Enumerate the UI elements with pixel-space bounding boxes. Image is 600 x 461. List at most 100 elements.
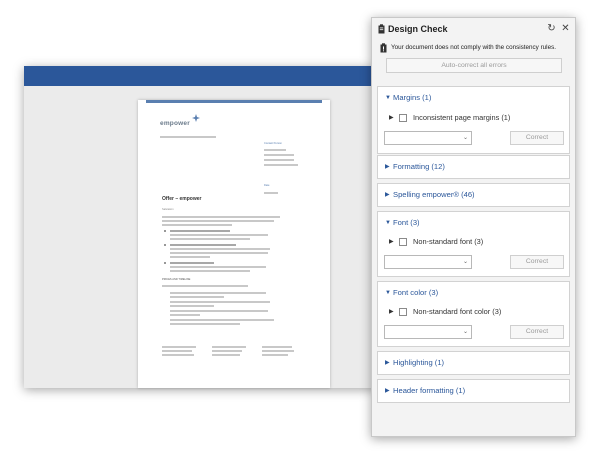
sender-line: [160, 136, 216, 138]
panel-header: Design Check ↻ ✕: [372, 18, 575, 40]
body-line: [170, 319, 274, 321]
body-line: [170, 230, 230, 232]
body-line: [170, 310, 268, 312]
bullet: [164, 230, 166, 232]
chevron-right-icon[interactable]: ▶: [389, 114, 394, 122]
refresh-icon[interactable]: ↻: [546, 23, 557, 34]
section-font: ▼ Font (3) ▶ Non-standard font (3) ⌄ Cor…: [377, 211, 570, 277]
document-header-bar: [146, 100, 322, 103]
correct-button[interactable]: Correct: [510, 131, 564, 145]
chevron-down-icon: ⌄: [462, 259, 468, 265]
close-icon[interactable]: ✕: [560, 23, 571, 34]
footer-line: [262, 354, 288, 356]
bullet: [164, 244, 166, 246]
section-heading: PRICES AND TIMELINE: [162, 278, 191, 281]
chevron-right-icon[interactable]: ▶: [385, 191, 390, 199]
date-label: Date: [264, 184, 270, 187]
document-title: Offer – empower: [162, 196, 202, 202]
chevron-down-icon[interactable]: ▼: [385, 94, 391, 102]
footer-line: [162, 354, 194, 356]
body-line: [162, 224, 232, 226]
bullet: [164, 262, 166, 264]
chevron-right-icon[interactable]: ▶: [385, 387, 390, 395]
correct-button[interactable]: Correct: [510, 255, 564, 269]
logo-sparkle-icon: [192, 114, 200, 122]
warning-message: Your document does not comply with the c…: [391, 44, 556, 51]
ribbon-bar: [24, 66, 376, 86]
body-line: [162, 216, 280, 218]
body-line: [170, 266, 266, 268]
footer-line: [212, 350, 242, 352]
contact-line: [264, 149, 286, 151]
item-checkbox[interactable]: [399, 238, 407, 246]
clipboard-icon: [378, 24, 385, 34]
warning-clipboard-icon: [380, 43, 387, 53]
item-label-font-color: Non-standard font color (3): [413, 307, 502, 316]
section-title-font-color[interactable]: Font color (3): [393, 288, 438, 297]
body-line: [170, 256, 210, 258]
chevron-right-icon[interactable]: ▶: [385, 359, 390, 367]
body-line: [170, 314, 200, 316]
section-title-highlighting[interactable]: Highlighting (1): [393, 358, 444, 367]
body-line: [170, 270, 250, 272]
chevron-down-icon[interactable]: ▼: [385, 219, 391, 227]
section-margins: ▼ Margins (1) ▶ Inconsistent page margin…: [377, 86, 570, 154]
font-fix-select[interactable]: ⌄: [384, 255, 472, 269]
section-formatting[interactable]: ▶ Formatting (12): [377, 155, 570, 179]
item-checkbox[interactable]: [399, 308, 407, 316]
body-line: [170, 301, 270, 303]
footer-line: [212, 346, 246, 348]
panel-title: Design Check: [388, 24, 448, 34]
correct-button[interactable]: Correct: [510, 325, 564, 339]
section-header-formatting[interactable]: ▶ Header formatting (1): [377, 379, 570, 403]
section-title-formatting[interactable]: Formatting (12): [393, 162, 445, 171]
chevron-right-icon[interactable]: ▶: [389, 238, 394, 246]
font-color-fix-select[interactable]: ⌄: [384, 325, 472, 339]
body-line: [170, 292, 266, 294]
section-title-font[interactable]: Font (3): [393, 218, 420, 227]
stage: empower Contact Person Date Offer – empo…: [0, 0, 600, 461]
footer-line: [212, 354, 240, 356]
footer-line: [162, 346, 196, 348]
chevron-right-icon[interactable]: ▶: [389, 308, 394, 316]
contact-line: [264, 164, 298, 166]
footer-line: [262, 346, 292, 348]
section-highlighting[interactable]: ▶ Highlighting (1): [377, 351, 570, 375]
item-label-margins: Inconsistent page margins (1): [413, 113, 511, 122]
item-label-font: Non-standard font (3): [413, 237, 484, 246]
chevron-right-icon[interactable]: ▶: [385, 163, 390, 171]
body-line: [162, 220, 274, 222]
body-line: [170, 252, 268, 254]
body-line: [170, 238, 250, 240]
body-line: [170, 248, 270, 250]
body-line: [170, 262, 214, 264]
footer-line: [162, 350, 192, 352]
section-font-color: ▼ Font color (3) ▶ Non-standard font col…: [377, 281, 570, 347]
section-title-header-formatting[interactable]: Header formatting (1): [393, 386, 465, 395]
chevron-down-icon[interactable]: ▼: [385, 289, 391, 297]
body-line: [162, 285, 248, 287]
document-logo: empower: [160, 120, 190, 127]
body-line: [170, 323, 240, 325]
section-title-margins[interactable]: Margins (1): [393, 93, 431, 102]
item-checkbox[interactable]: [399, 114, 407, 122]
footer-line: [262, 350, 294, 352]
chevron-down-icon: ⌄: [462, 135, 468, 141]
chevron-down-icon: ⌄: [462, 329, 468, 335]
body-line: [170, 234, 268, 236]
body-line: [170, 244, 236, 246]
contact-heading: Contact Person: [264, 142, 282, 145]
word-application-window: empower Contact Person Date Offer – empo…: [24, 66, 376, 388]
document-greeting: Salutation: [162, 208, 174, 211]
date-value-line: [264, 192, 278, 194]
document-page[interactable]: empower Contact Person Date Offer – empo…: [138, 100, 330, 388]
margins-fix-select[interactable]: ⌄: [384, 131, 472, 145]
design-check-panel: Design Check ↻ ✕ Your document does not …: [371, 17, 576, 437]
contact-line: [264, 159, 294, 161]
body-line: [170, 305, 214, 307]
section-spelling[interactable]: ▶ Spelling empower® (46): [377, 183, 570, 207]
autocorrect-all-button[interactable]: Auto-correct all errors: [386, 58, 562, 73]
contact-line: [264, 154, 294, 156]
body-line: [170, 296, 224, 298]
section-title-spelling[interactable]: Spelling empower® (46): [393, 190, 475, 199]
